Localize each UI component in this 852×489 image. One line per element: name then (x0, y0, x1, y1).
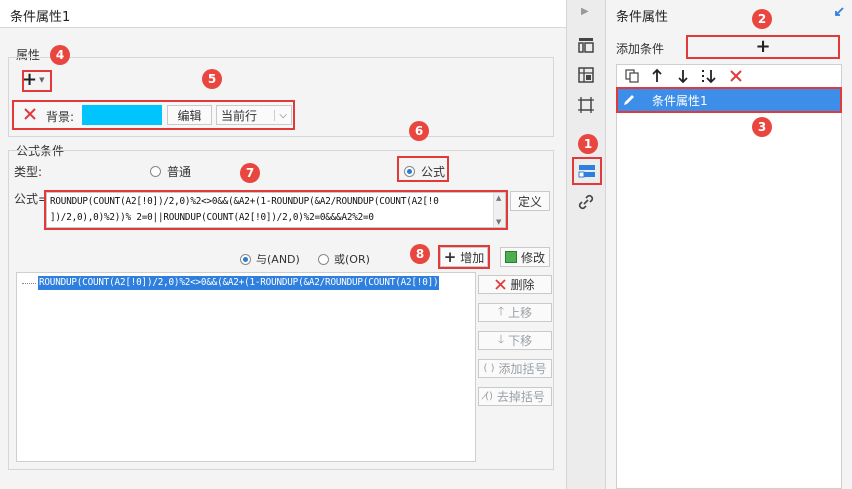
delete-label: 删除 (510, 278, 535, 292)
highlight-add-condition (686, 35, 840, 59)
highlight-bg-row (12, 100, 295, 130)
highlight-list-item (616, 87, 842, 113)
badge-3: 3 (752, 117, 772, 137)
badge-1: 1 (578, 134, 598, 154)
badge-4: 4 (50, 45, 70, 65)
badge-7: 7 (240, 163, 260, 183)
cell-attribute-icon[interactable] (577, 66, 595, 84)
condition-item-selected[interactable]: ROUNDUP(COUNT(A2[!0])/2,0)%2<>0&&(&A2+(1… (38, 276, 440, 290)
formula-label: 公式= (14, 192, 49, 206)
radio-and-indicator (240, 253, 251, 265)
delete-button[interactable]: 删除 (478, 275, 552, 294)
hyperlink-icon[interactable] (577, 193, 595, 211)
badge-2: 2 (752, 9, 772, 29)
radio-and[interactable]: 与(AND) (240, 251, 300, 267)
pin-icon[interactable] (833, 6, 845, 18)
radio-or-indicator (318, 253, 329, 265)
condition-list-panel (616, 64, 842, 489)
tree-dots-icon (22, 283, 36, 284)
radio-and-label: 与(AND) (256, 253, 300, 266)
remove-bracket-button[interactable]: (̸) 去掉括号 (478, 387, 552, 406)
modify-icon (504, 251, 517, 263)
move-up-label: 上移 (508, 306, 533, 320)
highlight-condition-icon (572, 157, 602, 185)
badge-5: 5 (202, 69, 222, 89)
frame-icon[interactable] (577, 96, 595, 114)
collapse-arrow-icon[interactable]: ▶ (581, 6, 589, 17)
modify-button[interactable]: 修改 (500, 247, 550, 267)
radio-normal-indicator (150, 166, 161, 177)
arrow-down-icon: 🡓 (497, 332, 505, 346)
bracket-icon: ( ) (483, 363, 495, 374)
highlight-formula (44, 190, 508, 230)
move-down-label: 下移 (508, 334, 533, 348)
badge-8: 8 (410, 244, 430, 264)
type-label: 类型: (14, 165, 43, 179)
remove-bracket-icon: (̸) (485, 391, 493, 402)
move-up-icon[interactable] (650, 68, 664, 84)
move-down-icon[interactable] (676, 68, 690, 84)
add-bracket-button[interactable]: ( ) 添加括号 (478, 359, 552, 378)
add-condition-label: 添加条件 (616, 42, 665, 56)
highlight-add-button (438, 245, 490, 269)
delete-x-icon (495, 279, 507, 290)
condition-list[interactable]: ROUNDUP(COUNT(A2[!0])/2,0)%2<>0&&(&A2+(1… (16, 272, 476, 462)
radio-normal-label: 普通 (167, 165, 192, 179)
condition-item-text: ROUNDUP(COUNT(A2[!0])/2,0)%2<>0&&(&A2+(1… (39, 277, 439, 288)
right-panel-title: 条件属性 (616, 10, 669, 25)
add-bracket-label: 添加括号 (498, 362, 547, 376)
radio-or[interactable]: 或(OR) (318, 251, 370, 267)
radio-normal[interactable]: 普通 (150, 163, 191, 180)
move-down-button[interactable]: 🡓 下移 (478, 331, 552, 350)
delete-condition-icon[interactable] (729, 69, 743, 83)
move-bottom-icon[interactable] (700, 68, 718, 84)
define-button[interactable]: 定义 (510, 191, 550, 211)
left-panel-title: 条件属性1 (10, 10, 71, 25)
copy-icon[interactable] (624, 68, 640, 84)
radio-or-label: 或(OR) (334, 253, 370, 266)
left-title-bar (0, 0, 566, 28)
badge-6: 6 (409, 121, 429, 141)
modify-label: 修改 (520, 250, 545, 265)
remove-bracket-label: 去掉括号 (496, 390, 545, 404)
highlight-radio-formula (397, 156, 449, 182)
move-up-button[interactable]: 🡑 上移 (478, 303, 552, 322)
cell-element-icon[interactable] (577, 36, 595, 54)
arrow-up-icon: 🡑 (497, 304, 505, 318)
highlight-add-attr (22, 70, 52, 92)
